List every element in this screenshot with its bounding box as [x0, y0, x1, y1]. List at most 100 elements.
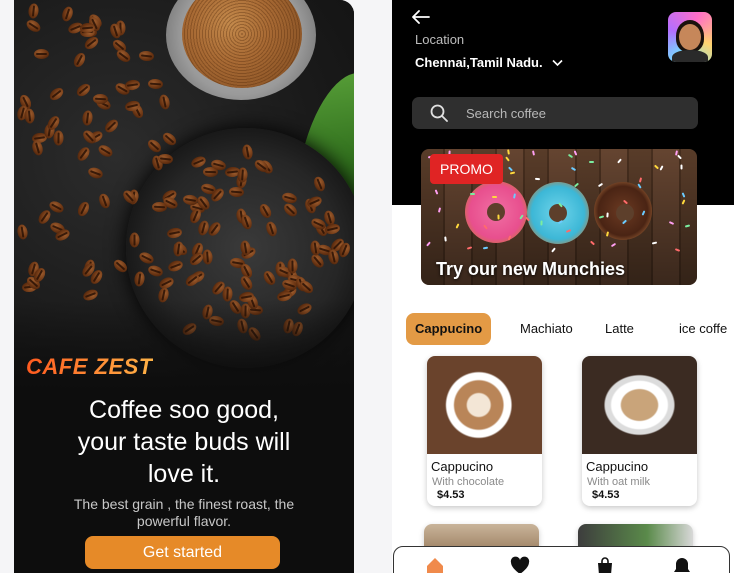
user-avatar[interactable] [668, 12, 712, 62]
sprinkle [597, 182, 603, 187]
sprinkle [551, 247, 557, 253]
category-tabs: Cappucino Machiato Latte ice coffe [392, 313, 734, 345]
bell-icon [674, 558, 690, 572]
promo-text: Try our new Munchies [436, 259, 626, 279]
sprinkle [674, 248, 681, 252]
sprinkle [469, 192, 475, 195]
product-name: Cappucino [586, 459, 649, 474]
tab-machiato[interactable]: Machiato [520, 313, 573, 345]
nav-favorites[interactable] [510, 556, 530, 573]
back-button[interactable] [412, 8, 430, 28]
sprinkle [506, 149, 510, 156]
tab-latte[interactable]: Latte [605, 313, 634, 345]
sprinkle [505, 156, 510, 162]
heart-icon [510, 556, 530, 573]
coffee-bean [30, 139, 45, 157]
sprinkle [443, 235, 447, 242]
app-canvas: CAFE ZEST Coffee soo good, your taste bu… [0, 0, 734, 573]
coffee-bean [148, 78, 164, 90]
nav-bag[interactable] [595, 556, 615, 573]
search-icon [430, 104, 448, 122]
search-placeholder: Search coffee [466, 106, 546, 121]
sprinkle [574, 182, 580, 188]
coffee-bean [74, 81, 93, 99]
product-card[interactable]: Cappucino With chocolate $4.53 [427, 356, 542, 506]
coffee-bean [123, 79, 141, 91]
sprinkle [588, 160, 594, 163]
onboarding-subline: The best grain , the finest roast, the p… [73, 496, 295, 529]
sprinkle [437, 207, 441, 213]
coffee-bean [75, 200, 92, 219]
coffee-bean [23, 107, 36, 124]
chevron-down-icon [552, 59, 563, 67]
coffee-bean [129, 232, 140, 248]
location-value[interactable]: Chennai,Tamil Nadu. [415, 55, 543, 70]
tab-ice-coffe[interactable]: ice coffe [679, 313, 727, 345]
home-screen: Location Chennai,Tamil Nadu. Search coff… [392, 0, 734, 573]
coffee-bean [138, 49, 155, 62]
sprinkle [531, 150, 536, 156]
sprinkle [491, 195, 497, 198]
coffee-hero-image [14, 0, 354, 390]
coffee-bean [81, 110, 94, 127]
bottom-navigation [393, 546, 730, 573]
sprinkle [497, 214, 500, 220]
sprinkle [455, 223, 460, 229]
sprinkle [434, 189, 439, 195]
product-name: Cappucino [431, 459, 494, 474]
sprinkle [570, 166, 577, 172]
sprinkle [680, 164, 683, 170]
product-price: $4.53 [592, 489, 620, 501]
product-price: $4.53 [437, 489, 465, 501]
coffee-bean [16, 223, 29, 241]
sprinkle [639, 177, 643, 183]
coffee-bean [34, 49, 50, 60]
promo-banner[interactable]: PROMO Try our new Munchies [421, 149, 697, 285]
promo-badge: PROMO [430, 154, 503, 184]
coffee-bean [75, 145, 93, 164]
sprinkle [616, 158, 622, 164]
coffee-bean [52, 130, 64, 146]
coffee-bean [97, 191, 112, 210]
sprinkle [534, 177, 540, 180]
search-input[interactable]: Search coffee [412, 97, 698, 129]
home-icon [427, 558, 443, 573]
location-label: Location [415, 32, 465, 47]
coffee-bean [60, 5, 75, 23]
sprinkle [510, 171, 516, 175]
pink-donut-image [465, 181, 527, 243]
onboarding-headline: Coffee soo good, your taste buds will lo… [77, 396, 291, 488]
get-started-button[interactable]: Get started [85, 536, 280, 569]
sprinkle [573, 149, 578, 156]
sprinkle [676, 154, 682, 160]
sprinkle [425, 241, 431, 247]
coffee-bean [47, 85, 66, 103]
sprinkle [467, 246, 473, 251]
tab-cappucino[interactable]: Cappucino [406, 313, 492, 345]
product-desc: With oat milk [587, 476, 650, 488]
sprinkle [681, 192, 686, 198]
sprinkle [611, 242, 617, 247]
sprinkle [659, 165, 664, 171]
product-desc: With chocolate [432, 476, 505, 488]
cappucino-photo [582, 356, 697, 454]
sprinkle [590, 240, 596, 246]
sprinkle [482, 246, 488, 250]
arrow-left-icon [412, 10, 430, 24]
nav-notifications[interactable] [672, 556, 692, 573]
sprinkle [684, 224, 690, 228]
coffee-bean [103, 116, 121, 135]
brand-logo: CAFE ZEST [26, 354, 153, 379]
bag-icon [598, 557, 612, 573]
coffee-bean [158, 94, 172, 111]
sprinkle [567, 153, 574, 158]
onboarding-screen: CAFE ZEST Coffee soo good, your taste bu… [14, 0, 354, 573]
coffee-bean [28, 3, 40, 20]
location-dropdown[interactable] [552, 55, 563, 70]
nav-home[interactable] [425, 556, 445, 573]
sprinkle [651, 241, 658, 245]
product-card[interactable]: Cappucino With oat milk $4.53 [582, 356, 697, 506]
sprinkle [681, 199, 686, 205]
sprinkle [507, 166, 513, 172]
blue-donut-image [527, 182, 589, 244]
